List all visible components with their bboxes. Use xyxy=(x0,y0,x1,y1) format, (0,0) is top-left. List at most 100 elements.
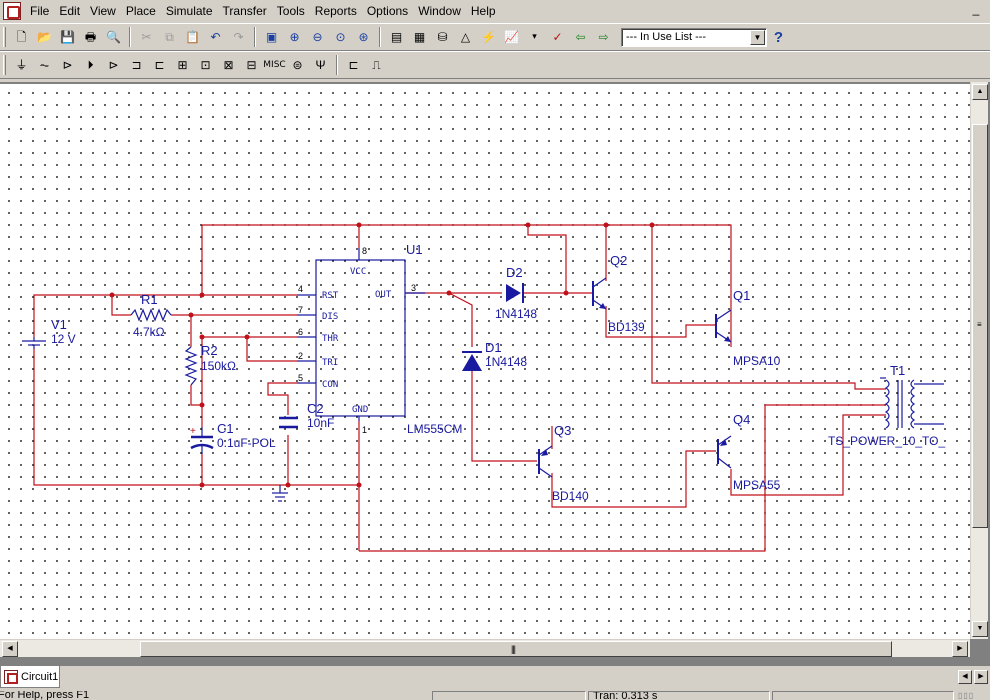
menu-simulate[interactable]: Simulate xyxy=(161,2,218,20)
menu-tools[interactable]: Tools xyxy=(272,2,310,20)
create-component-button[interactable]: △ xyxy=(454,26,477,48)
capacitor-c1[interactable]: + C1 0.1uF-POL xyxy=(190,421,276,454)
print-button[interactable]: 🖶 xyxy=(79,26,102,48)
undo-button[interactable]: ↶ xyxy=(204,26,227,48)
erc-button[interactable]: ✓ xyxy=(546,26,569,48)
database-manager-button[interactable]: ⛁ xyxy=(431,26,454,48)
rf-button[interactable]: Ψ xyxy=(309,54,332,76)
menu-file[interactable]: File xyxy=(25,2,54,20)
new-file-button[interactable]: 🗋 xyxy=(10,26,33,48)
print-preview-button[interactable]: 🔍 xyxy=(102,26,125,48)
battery-v1[interactable]: V1 12 V xyxy=(22,317,76,349)
resistor-r2[interactable]: R2 150kΩ xyxy=(184,343,236,386)
wire[interactable] xyxy=(246,337,297,362)
menu-edit[interactable]: Edit xyxy=(54,2,85,20)
status-tran-time: Tran: 0.313 s xyxy=(588,691,770,700)
ttl-button[interactable]: ⊐ xyxy=(125,54,148,76)
copy-button[interactable]: ⧉ xyxy=(158,26,181,48)
spreadsheet-button[interactable]: ▦ xyxy=(408,26,431,48)
transistor-q2[interactable]: Q2 BD139 xyxy=(592,253,645,334)
resize-grip-icon[interactable]: ▯▯▯ xyxy=(958,691,988,700)
misc-digital-button[interactable]: ⊞ xyxy=(171,54,194,76)
schematic-canvas[interactable]: V1 12 V R1 4.7kΩ R2 150kΩ + C1 0.1uF-POL… xyxy=(0,82,970,639)
forward-annotate-button[interactable]: ⇨ xyxy=(592,26,615,48)
full-screen-button[interactable]: ▣ xyxy=(260,26,283,48)
menu-transfer[interactable]: Transfer xyxy=(218,2,272,20)
components-toolbar: ⏚ ⏦ ⊳ ⏵ ⊳ ⊐ ⊏ ⊞ ⊡ ⊠ ⊟ MISC ⊜ Ψ ⊏ ⎍ xyxy=(0,51,990,79)
ttl-icon: ⊐ xyxy=(131,58,142,72)
mixed-button[interactable]: ⊡ xyxy=(194,54,217,76)
simulate-button[interactable]: ⚡ xyxy=(477,26,500,48)
menu-place[interactable]: Place xyxy=(121,2,161,20)
in-use-list-dropdown[interactable]: --- In Use List --- ▼ xyxy=(621,27,767,47)
zoom-fit-button[interactable]: ⊛ xyxy=(352,26,375,48)
indicator-button[interactable]: ⊠ xyxy=(217,54,240,76)
menu-options[interactable]: Options xyxy=(362,2,413,20)
menu-help[interactable]: Help xyxy=(466,2,501,20)
toolbar-grip[interactable] xyxy=(3,27,6,47)
tab-prev-icon[interactable]: ◀ xyxy=(958,670,972,684)
power-component-button[interactable]: ⊟ xyxy=(240,54,263,76)
pin-number-vcc: 8 xyxy=(362,246,367,256)
transistor-collector xyxy=(715,309,732,321)
schematic-drawing: V1 12 V R1 4.7kΩ R2 150kΩ + C1 0.1uF-POL… xyxy=(22,222,945,552)
horizontal-scrollbar[interactable]: ◀ ||| ▶ xyxy=(0,639,970,657)
resistor-r1[interactable]: R1 4.7kΩ xyxy=(130,292,172,339)
source-button[interactable]: ⏚ xyxy=(10,54,33,76)
wire[interactable] xyxy=(448,292,473,347)
save-button[interactable]: 💾 xyxy=(56,26,79,48)
menu-window[interactable]: Window xyxy=(413,2,466,20)
q1-value: MPSA10 xyxy=(733,354,781,368)
scroll-down-icon[interactable]: ▼ xyxy=(972,621,988,637)
back-annotate-button[interactable]: ⇦ xyxy=(569,26,592,48)
scroll-right-icon[interactable]: ▶ xyxy=(952,641,968,657)
hierarchical-block-button[interactable]: ⊏ xyxy=(342,54,365,76)
horizontal-scroll-thumb[interactable]: ||| xyxy=(140,641,892,657)
wire[interactable] xyxy=(111,295,131,316)
d2-value: 1N4148 xyxy=(495,307,537,321)
paste-button[interactable]: 📋 xyxy=(181,26,204,48)
zoom-area-button[interactable]: ⊙ xyxy=(329,26,352,48)
transistor-q3[interactable]: Q3 BD140 xyxy=(538,423,589,503)
bus-button[interactable]: ⎍ xyxy=(365,54,388,76)
scroll-up-icon[interactable]: ▲ xyxy=(972,84,988,100)
transistor-q1[interactable]: Q1 MPSA10 xyxy=(715,288,781,368)
transistor-q4[interactable]: Q4 MPSA55 xyxy=(717,412,781,492)
vertical-scroll-thumb[interactable]: ≡ xyxy=(972,124,988,528)
ground-icon[interactable] xyxy=(272,485,288,502)
help-button[interactable]: ? xyxy=(767,26,790,48)
cut-button[interactable]: ✂ xyxy=(135,26,158,48)
new-file-icon: 🗋 xyxy=(16,30,27,44)
open-folder-button[interactable]: 📂 xyxy=(33,26,56,48)
postprocessor-button[interactable]: ▾ xyxy=(523,26,546,48)
zoom-in-button[interactable]: ⊕ xyxy=(283,26,306,48)
chevron-down-icon[interactable]: ▼ xyxy=(750,29,765,45)
wire[interactable] xyxy=(267,382,297,415)
forward-annotate-icon: ⇨ xyxy=(598,30,609,44)
wire[interactable] xyxy=(471,371,537,462)
minimize-button[interactable]: _ xyxy=(968,3,984,18)
basic-component-button[interactable]: ⏦ xyxy=(33,54,56,76)
toolbar-grip[interactable] xyxy=(3,55,6,75)
analog-button[interactable]: ⊳ xyxy=(102,54,125,76)
menu-reports[interactable]: Reports xyxy=(310,2,362,20)
diode-triangle xyxy=(462,354,482,371)
u1-value: LM555CM xyxy=(407,422,462,436)
tab-circuit1[interactable]: Circuit1 xyxy=(0,666,60,688)
advanced-peripherals-button[interactable]: ⊜ xyxy=(286,54,309,76)
redo-button[interactable]: ↷ xyxy=(227,26,250,48)
diode-button[interactable]: ⊳ xyxy=(56,54,79,76)
zoom-out-button[interactable]: ⊖ xyxy=(306,26,329,48)
vertical-scrollbar[interactable]: ▲ ≡ ▼ xyxy=(970,82,988,639)
wire[interactable] xyxy=(527,225,567,293)
tab-next-icon[interactable]: ▶ xyxy=(974,670,988,684)
scroll-left-icon[interactable]: ◀ xyxy=(2,641,18,657)
app-icon[interactable] xyxy=(3,2,21,20)
transistor-button[interactable]: ⏵ xyxy=(79,54,102,76)
cmos-button[interactable]: ⊏ xyxy=(148,54,171,76)
grapher-button[interactable]: 📈 xyxy=(500,26,523,48)
design-toolbox-button[interactable]: ▤ xyxy=(385,26,408,48)
menu-view[interactable]: View xyxy=(85,2,121,20)
misc-button[interactable]: MISC xyxy=(263,54,286,76)
wire[interactable] xyxy=(33,294,297,337)
